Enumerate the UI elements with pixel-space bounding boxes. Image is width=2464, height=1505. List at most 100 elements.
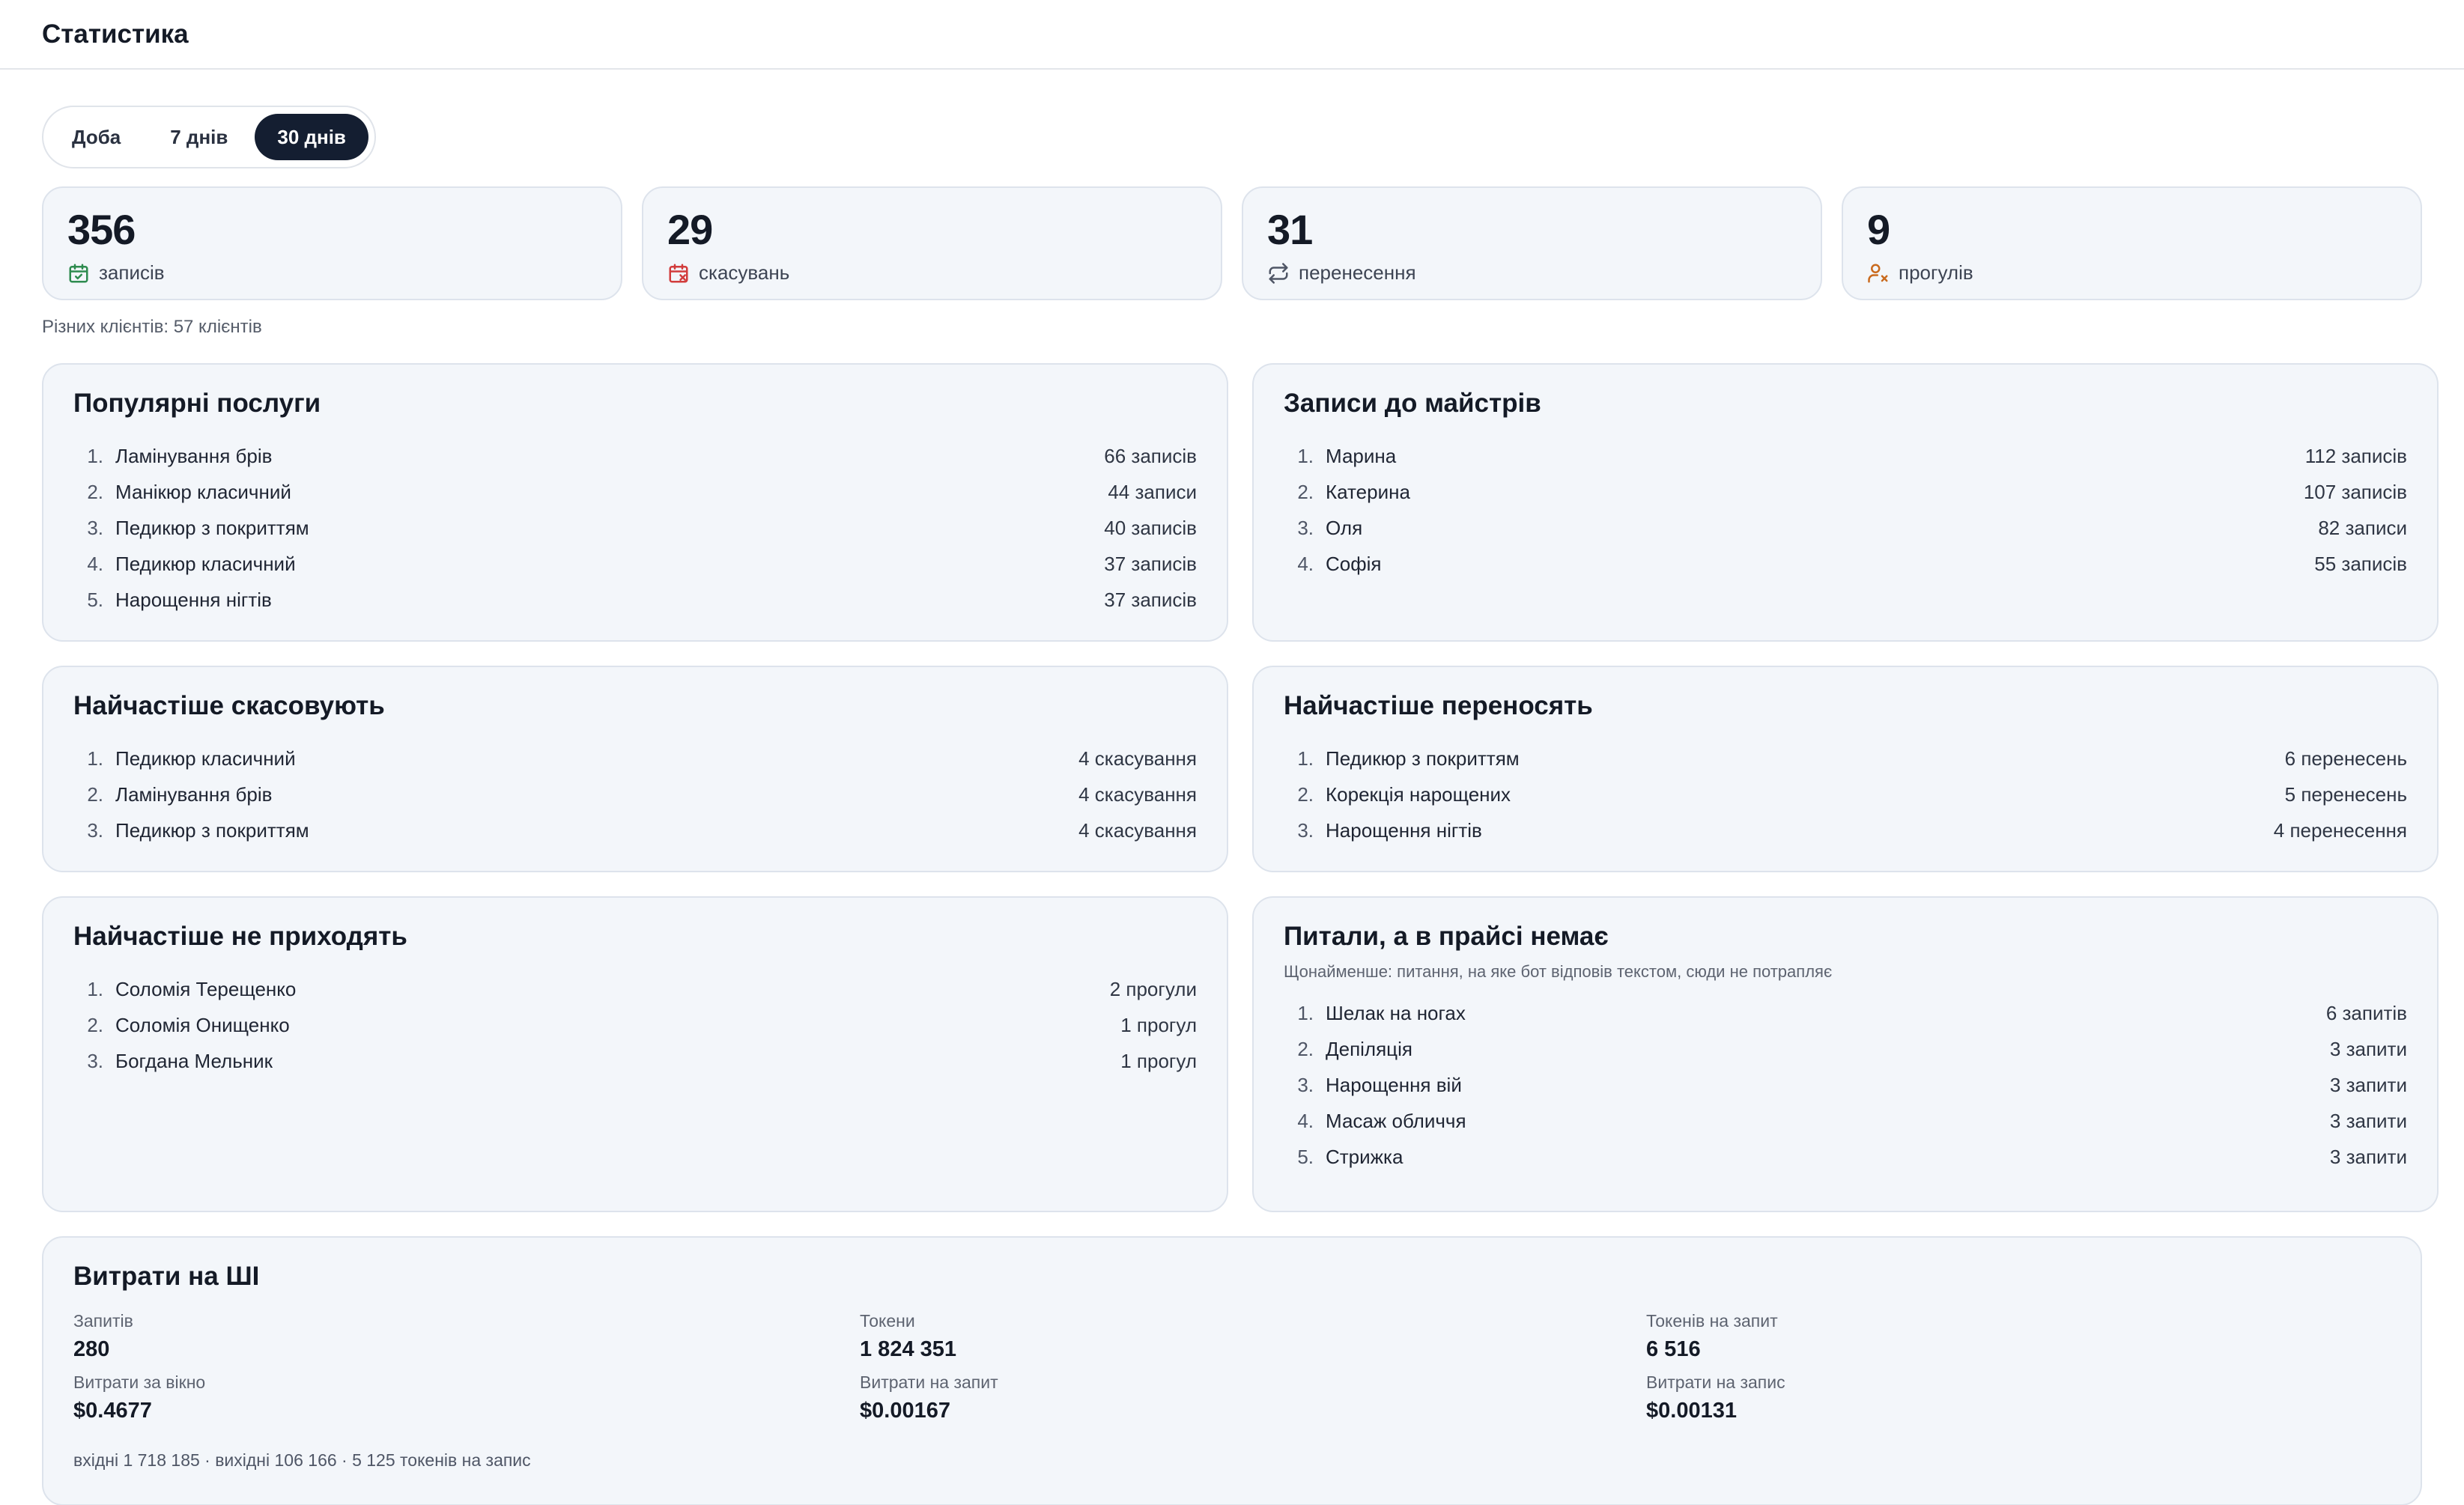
list-value: 3 запити [2329, 1145, 2407, 1168]
popular-services-card: Популярні послуги 1. Ламінування брів 66 з… [42, 363, 1228, 642]
period-day-button[interactable]: Доба [49, 114, 143, 160]
ai-metric-cost-window: Витрати за вікно $0.4677 [73, 1372, 860, 1423]
metric-label: Витрати на запит [860, 1372, 998, 1392]
list-item: 4. Педикюр класичний 37 записів [73, 546, 1197, 582]
list-item: 1. Педикюр з покриттям 6 перенесень [1284, 741, 2407, 776]
list-item: 2. Депіляція 3 запити [1284, 1031, 2407, 1067]
list-item: 1. Соломія Терещенко 2 прогули [73, 971, 1197, 1007]
list-value: 37 записів [1104, 552, 1197, 575]
ai-token-breakdown: вхідні 1 718 185 · вихідні 106 166 · 5 1… [73, 1450, 531, 1470]
list-value: 112 записів [2304, 444, 2407, 467]
card-title: Питали, а в прайсі немає [1284, 922, 1609, 951]
metric-label: Витрати за вікно [73, 1372, 206, 1392]
list-item: 2. Ламінування брів 4 скасування [73, 776, 1197, 812]
list-label: Нарощення нігтів [1326, 818, 1482, 842]
metric-label: Витрати на запис [1646, 1372, 1785, 1392]
list-item: 3. Педикюр з покриттям 4 скасування [73, 812, 1197, 848]
list-index: 2. [1297, 1037, 1314, 1060]
list-item: 2. Катерина 107 записів [1284, 474, 2407, 510]
list-item: 1. Марина 112 записів [1284, 438, 2407, 474]
list-label: Соломія Терещенко [115, 977, 297, 1000]
list-label: Стрижка [1326, 1145, 1404, 1168]
card-hint: Щонайменше: питання, на яке бот відповів… [1284, 962, 1833, 981]
stats-row: 356 записів 29 скасувань 31 перенесення … [42, 186, 2422, 300]
cards-grid: Популярні послуги 1. Ламінування брів 66 з… [42, 363, 2439, 1236]
list-index: 2. [87, 1013, 103, 1036]
card-title: Найчастіше не приходять [73, 922, 407, 951]
list-index: 3. [87, 516, 103, 539]
metric-value: 1 824 351 [860, 1337, 957, 1361]
ai-metric-tokens: Токени 1 824 351 [860, 1311, 1646, 1362]
list-label: Оля [1326, 516, 1363, 539]
stat-label: прогулів [1899, 261, 1973, 284]
list-index: 3. [1297, 516, 1314, 539]
period-7-days-button[interactable]: 7 днів [148, 114, 250, 160]
metric-value: 6 516 [1646, 1337, 1701, 1361]
list-label: Нарощення вій [1326, 1073, 1462, 1096]
list-item: 3. Оля 82 записи [1284, 510, 2407, 546]
metric-value: 280 [73, 1337, 110, 1361]
card-title: Записи до майстрів [1284, 389, 1541, 418]
list-value: 4 скасування [1078, 747, 1197, 770]
list-item: 2. Соломія Онищенко 1 прогул [73, 1007, 1197, 1043]
page-title: Статистика [42, 19, 189, 49]
metric-value: $0.4677 [73, 1399, 152, 1423]
stat-value: 356 [67, 206, 136, 253]
metric-label: Запитів [73, 1311, 133, 1331]
list-item: 2. Манікюр класичний 44 записи [73, 474, 1197, 510]
list-item: 4. Масаж обличчя 3 запити [1284, 1103, 2407, 1139]
card-title: Найчастіше скасовують [73, 691, 385, 720]
unique-clients-text: Різних клієнтів: 57 клієнтів [42, 317, 262, 337]
top-bar: Статистика [0, 0, 2464, 70]
list-index: 3. [87, 1049, 103, 1072]
missing-in-pricelist-card: Питали, а в прайсі немає Щонайменше: пит… [1252, 896, 2439, 1212]
stat-card-bookings: 356 записів [42, 186, 622, 300]
list-value: 4 скасування [1078, 782, 1197, 806]
list-index: 3. [1297, 1073, 1314, 1096]
list-label: Корекція нарощених [1326, 782, 1511, 806]
list-index: 1. [1297, 444, 1314, 467]
list-item: 5. Нарощення нігтів 37 записів [73, 582, 1197, 618]
list-label: Богдана Мельник [115, 1049, 273, 1072]
list-item: 1. Шелак на ногах 6 запитів [1284, 995, 2407, 1031]
list-value: 4 скасування [1078, 818, 1197, 842]
metric-label: Токени [860, 1311, 915, 1331]
card-title: Витрати на ШІ [73, 1262, 260, 1291]
list-index: 1. [1297, 1001, 1314, 1024]
ai-metric-cost-per-booking: Витрати на запис $0.00131 [1646, 1372, 2433, 1423]
list-index: 1. [87, 747, 103, 770]
list-value: 3 запити [2329, 1037, 2407, 1060]
stat-label: скасувань [699, 261, 790, 284]
stat-card-reschedules: 31 перенесення [1242, 186, 1822, 300]
list-index: 5. [87, 588, 103, 611]
list-index: 5. [1297, 1145, 1314, 1168]
stat-value: 31 [1267, 206, 1313, 253]
list-item: 3. Нарощення вій 3 запити [1284, 1067, 2407, 1103]
main-content: Доба 7 днів 30 днів 356 записів 29 скасу… [0, 70, 2464, 1505]
list-value: 3 запити [2329, 1109, 2407, 1132]
list-value: 1 прогул [1120, 1013, 1197, 1036]
masters-bookings-card: Записи до майстрів 1. Марина 112 записів 2… [1252, 363, 2439, 642]
list-label: Депіляція [1326, 1037, 1412, 1060]
list-value: 44 записи [1108, 480, 1197, 503]
metric-value: $0.00131 [1646, 1399, 1737, 1423]
list-index: 4. [1297, 552, 1314, 575]
period-selector: Доба 7 днів 30 днів [42, 106, 376, 168]
list-item: 5. Стрижка 3 запити [1284, 1139, 2407, 1175]
list-value: 40 записів [1104, 516, 1197, 539]
user-x-icon [1868, 264, 1888, 282]
list-label: Педикюр з покриттям [115, 818, 309, 842]
list-item: 3. Богдана Мельник 1 прогул [73, 1043, 1197, 1079]
list-label: Марина [1326, 444, 1397, 467]
list-index: 1. [87, 444, 103, 467]
card-title: Популярні послуги [73, 389, 321, 418]
period-30-days-button[interactable]: 30 днів [255, 114, 368, 160]
list-index: 4. [87, 552, 103, 575]
list-index: 2. [87, 480, 103, 503]
stat-value: 29 [667, 206, 713, 253]
list-label: Нарощення нігтів [115, 588, 272, 611]
list-label: Педикюр класичний [115, 747, 296, 770]
list-item: 1. Педикюр класичний 4 скасування [73, 741, 1197, 776]
top-reschedules-card: Найчастіше переносять 1. Педикюр з покрит… [1252, 666, 2439, 872]
stat-card-no-shows: 9 прогулів [1842, 186, 2422, 300]
